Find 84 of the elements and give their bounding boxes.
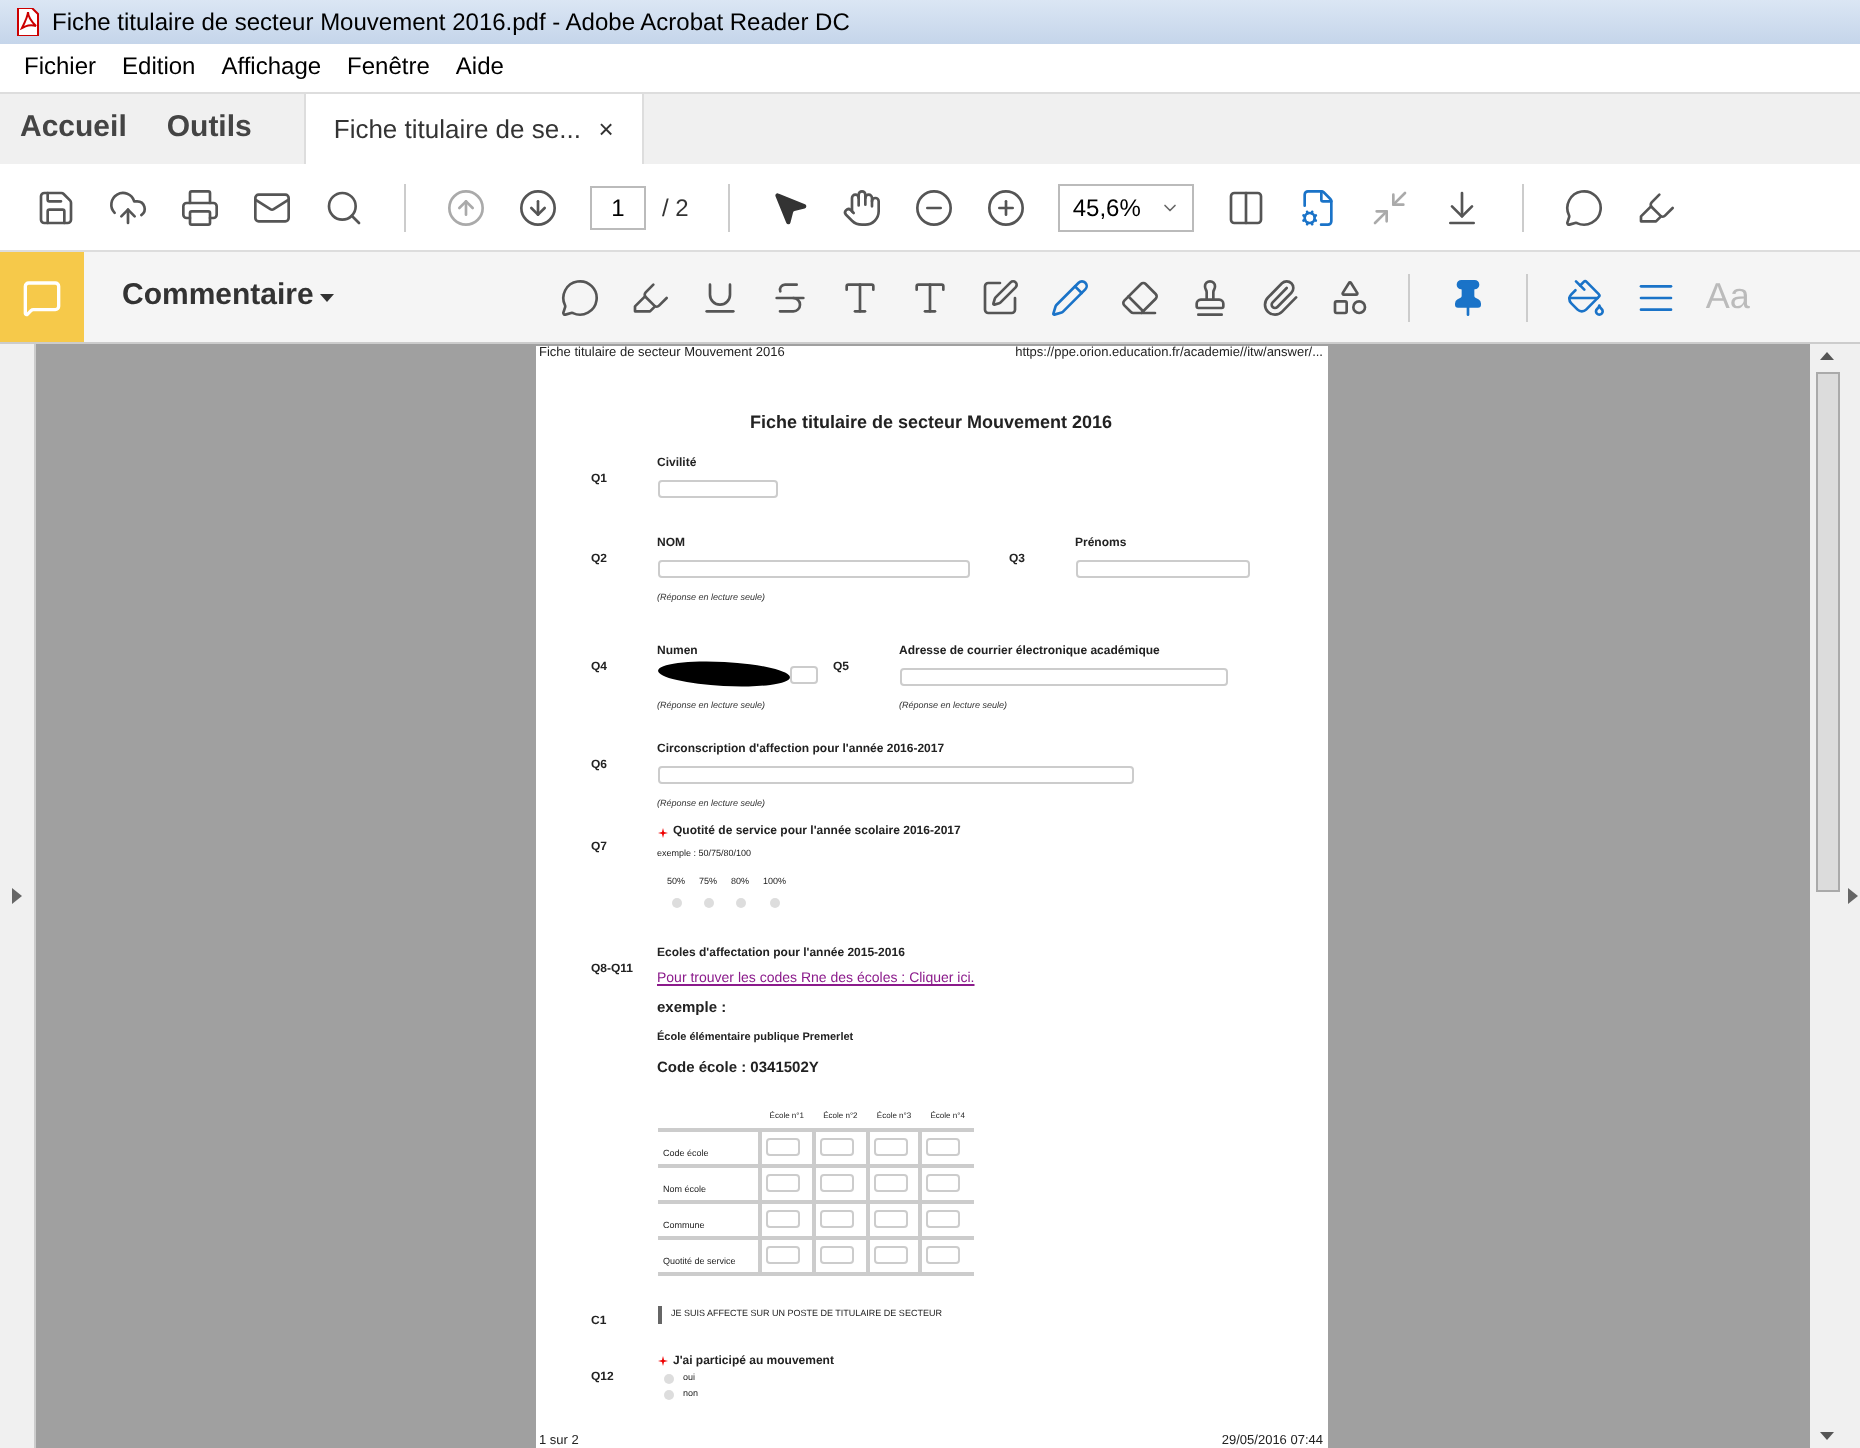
fill-color-icon[interactable] [1565,277,1606,317]
input-field[interactable] [873,1210,908,1228]
expand-icon[interactable] [12,888,22,904]
scroll-up-icon[interactable] [1820,352,1834,360]
vertical-scrollbar[interactable] [1810,344,1844,1448]
input-field[interactable] [926,1138,961,1156]
shapes-icon[interactable] [1329,277,1370,317]
input-field[interactable] [819,1138,854,1156]
replace-text-icon[interactable] [839,277,880,317]
document-tab[interactable]: Fiche titulaire de se... × [303,94,644,164]
sticky-note-icon[interactable] [559,277,600,317]
print-icon[interactable] [180,187,220,227]
hand-icon[interactable] [842,187,883,227]
strikethrough-icon[interactable] [769,277,810,317]
input-field[interactable] [765,1246,800,1264]
zoom-in-icon[interactable] [986,187,1027,227]
radio-button[interactable] [703,898,714,908]
input-field[interactable] [657,479,777,497]
nav-tab[interactable]: Outils [146,94,272,164]
input-field[interactable] [819,1246,854,1264]
menu-item[interactable]: Aide [455,48,504,84]
radio-button[interactable] [663,1389,673,1399]
input-field[interactable] [899,668,1227,686]
cloud-upload-icon[interactable] [108,187,148,227]
comment-tool-tile[interactable] [0,252,84,342]
input-field[interactable] [657,559,969,577]
next-page-icon[interactable] [518,187,558,227]
text-box-icon[interactable] [979,277,1020,317]
pointer-icon[interactable] [770,187,811,227]
eraser-icon[interactable] [1119,277,1160,317]
input-field[interactable] [789,665,817,683]
input-field[interactable] [926,1210,961,1228]
page-total: / 2 [662,191,689,225]
caret-icon [319,293,334,301]
close-tab-icon[interactable]: × [598,109,614,149]
input-field[interactable] [765,1210,800,1228]
mail-icon[interactable] [252,187,292,227]
input-field[interactable] [873,1246,908,1264]
input-field[interactable] [873,1138,908,1156]
input-field[interactable] [819,1174,854,1192]
pdf-file-icon [16,8,40,36]
comment-icon [22,277,62,317]
input-field[interactable] [873,1174,908,1192]
underline-icon[interactable] [699,277,740,317]
redaction-scribble [656,658,790,690]
input-field[interactable] [926,1246,961,1264]
left-panel-handle[interactable] [0,344,36,1448]
radio-button[interactable] [663,1373,673,1383]
right-panel-handle[interactable] [1844,344,1860,1448]
add-text-icon[interactable] [909,277,950,317]
comment-icon[interactable] [1564,187,1605,227]
highlight-icon[interactable] [629,277,670,317]
menu-item[interactable]: Fenêtre [347,48,430,84]
fit-window-icon[interactable] [1370,187,1411,227]
save-icon[interactable] [36,187,76,227]
menu-item[interactable]: Fichier [24,48,97,84]
highlight-icon[interactable] [1636,187,1677,227]
scroll-thumb[interactable] [1815,372,1839,892]
page-number-field[interactable]: 1 [590,185,646,229]
menu-item[interactable]: Affichage [221,48,322,84]
menu-item[interactable]: Edition [122,48,196,84]
previous-page-icon[interactable] [446,187,486,227]
radio-button[interactable] [735,898,746,908]
window-title: Fiche titulaire de secteur Mouvement 2016.pdf - Adobe Acrobat Reader DC [52,6,850,40]
zoom-out-icon[interactable] [914,187,955,227]
document-icon[interactable] [1298,187,1339,227]
scroll-down-icon[interactable] [1820,1432,1834,1440]
pencil-icon[interactable] [1049,277,1090,317]
attach-icon[interactable] [1259,277,1300,317]
input-field[interactable] [926,1174,961,1192]
input-field[interactable] [819,1210,854,1228]
input-field[interactable] [1075,559,1249,577]
input-field[interactable] [765,1138,800,1156]
radio-button[interactable] [671,898,681,908]
zoom-dropdown[interactable]: 45,6% [1058,183,1195,231]
input-field[interactable] [657,765,1133,783]
radio-button[interactable] [769,898,780,908]
comment-menu[interactable]: Commentaire [122,274,334,320]
stamp-icon[interactable] [1189,277,1230,317]
search-icon[interactable] [324,187,364,227]
form-title: Fiche titulaire de secteur Mouvement 2016 [749,413,1113,431]
input-field[interactable] [765,1174,800,1192]
page-layout-icon[interactable] [1226,187,1267,227]
nav-tab[interactable]: Accueil [0,94,147,164]
